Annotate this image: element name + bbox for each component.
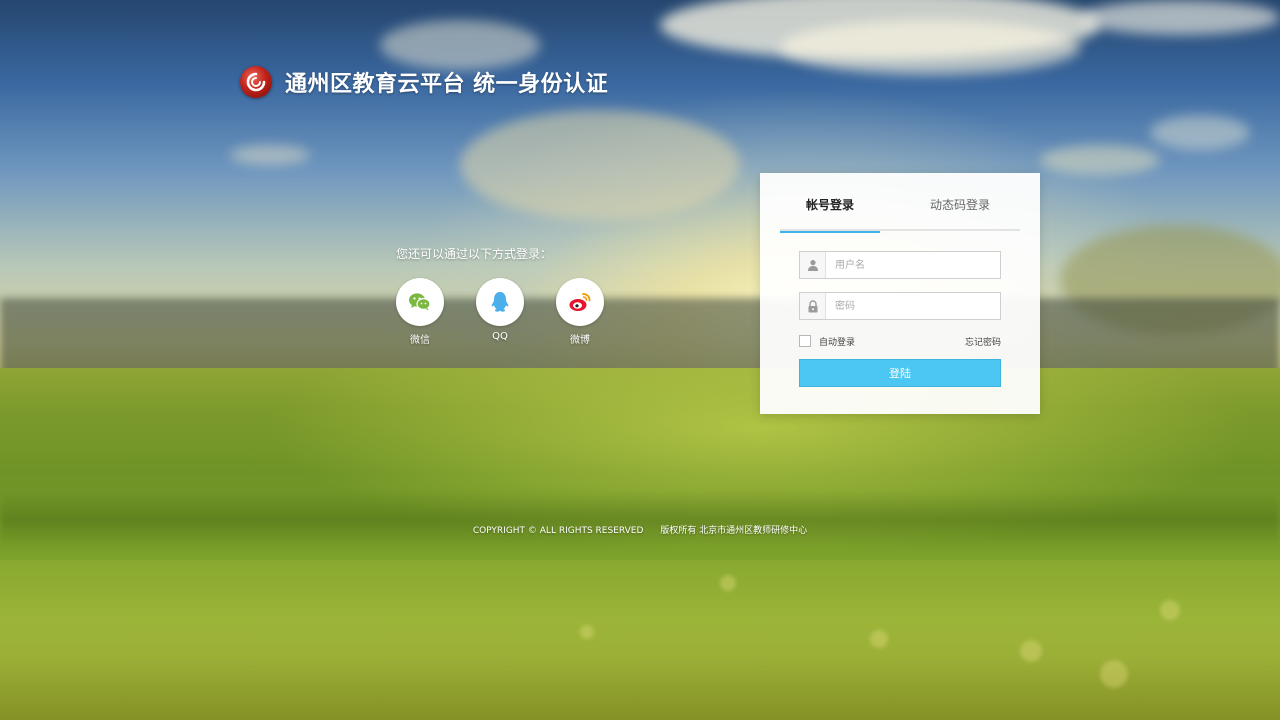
footer: COPYRIGHT © ALL RIGHTS RESERVED 版权所有 北京市… <box>0 523 1280 536</box>
qq-login-button[interactable]: QQ <box>476 278 524 342</box>
cloud <box>1150 115 1250 150</box>
password-field <box>799 292 1001 320</box>
login-tabs: 帐号登录 动态码登录 <box>780 193 1020 233</box>
owner-text: 版权所有 北京市通州区教师研修中心 <box>660 526 808 536</box>
bokeh <box>720 575 736 591</box>
bokeh <box>1160 600 1180 620</box>
wechat-label: 微信 <box>410 335 430 346</box>
cloud <box>230 145 310 165</box>
login-options: 自动登录 忘记密码 <box>799 334 1001 348</box>
bokeh <box>870 630 888 648</box>
auto-login-label[interactable]: 自动登录 <box>819 335 855 348</box>
auto-login-checkbox[interactable] <box>799 335 811 347</box>
brand-header: 通州区教育云平台 统一身份认证 <box>240 66 608 98</box>
tab-account-login[interactable]: 帐号登录 <box>780 193 880 233</box>
forgot-password-link[interactable]: 忘记密码 <box>965 335 1001 348</box>
login-button[interactable]: 登陆 <box>799 359 1001 387</box>
cloud <box>460 110 740 220</box>
qq-icon <box>476 278 524 326</box>
username-field <box>799 251 1001 279</box>
cloud <box>380 20 540 70</box>
background-scene <box>0 0 1280 720</box>
copyright-text: COPYRIGHT © ALL RIGHTS RESERVED <box>472 526 644 536</box>
swirl-logo-icon <box>240 66 272 98</box>
bokeh <box>1020 640 1042 662</box>
cloud <box>780 20 1080 75</box>
distant-hills <box>0 298 1280 378</box>
page-title: 通州区教育云平台 统一身份认证 <box>285 71 609 97</box>
weibo-icon <box>556 278 604 326</box>
qq-label: QQ <box>492 331 508 342</box>
password-input[interactable] <box>826 293 1000 319</box>
weibo-login-button[interactable]: 微博 <box>556 278 604 346</box>
bokeh <box>580 625 594 639</box>
weibo-label: 微博 <box>570 335 590 346</box>
social-login-title: 您还可以通过以下方式登录： <box>396 247 553 261</box>
wechat-icon <box>396 278 444 326</box>
login-card: 帐号登录 动态码登录 自动登录 忘记密码 登陆 <box>760 173 1040 414</box>
wechat-login-button[interactable]: 微信 <box>396 278 444 346</box>
cloud <box>1080 0 1280 35</box>
bokeh <box>1100 660 1128 688</box>
user-icon <box>800 252 826 278</box>
grass-band <box>0 490 1280 550</box>
cloud <box>1040 145 1160 175</box>
lock-icon <box>800 293 826 319</box>
tab-dynamic-code-login[interactable]: 动态码登录 <box>910 193 1010 231</box>
username-input[interactable] <box>826 252 1000 278</box>
grass-foreground <box>0 560 1280 720</box>
